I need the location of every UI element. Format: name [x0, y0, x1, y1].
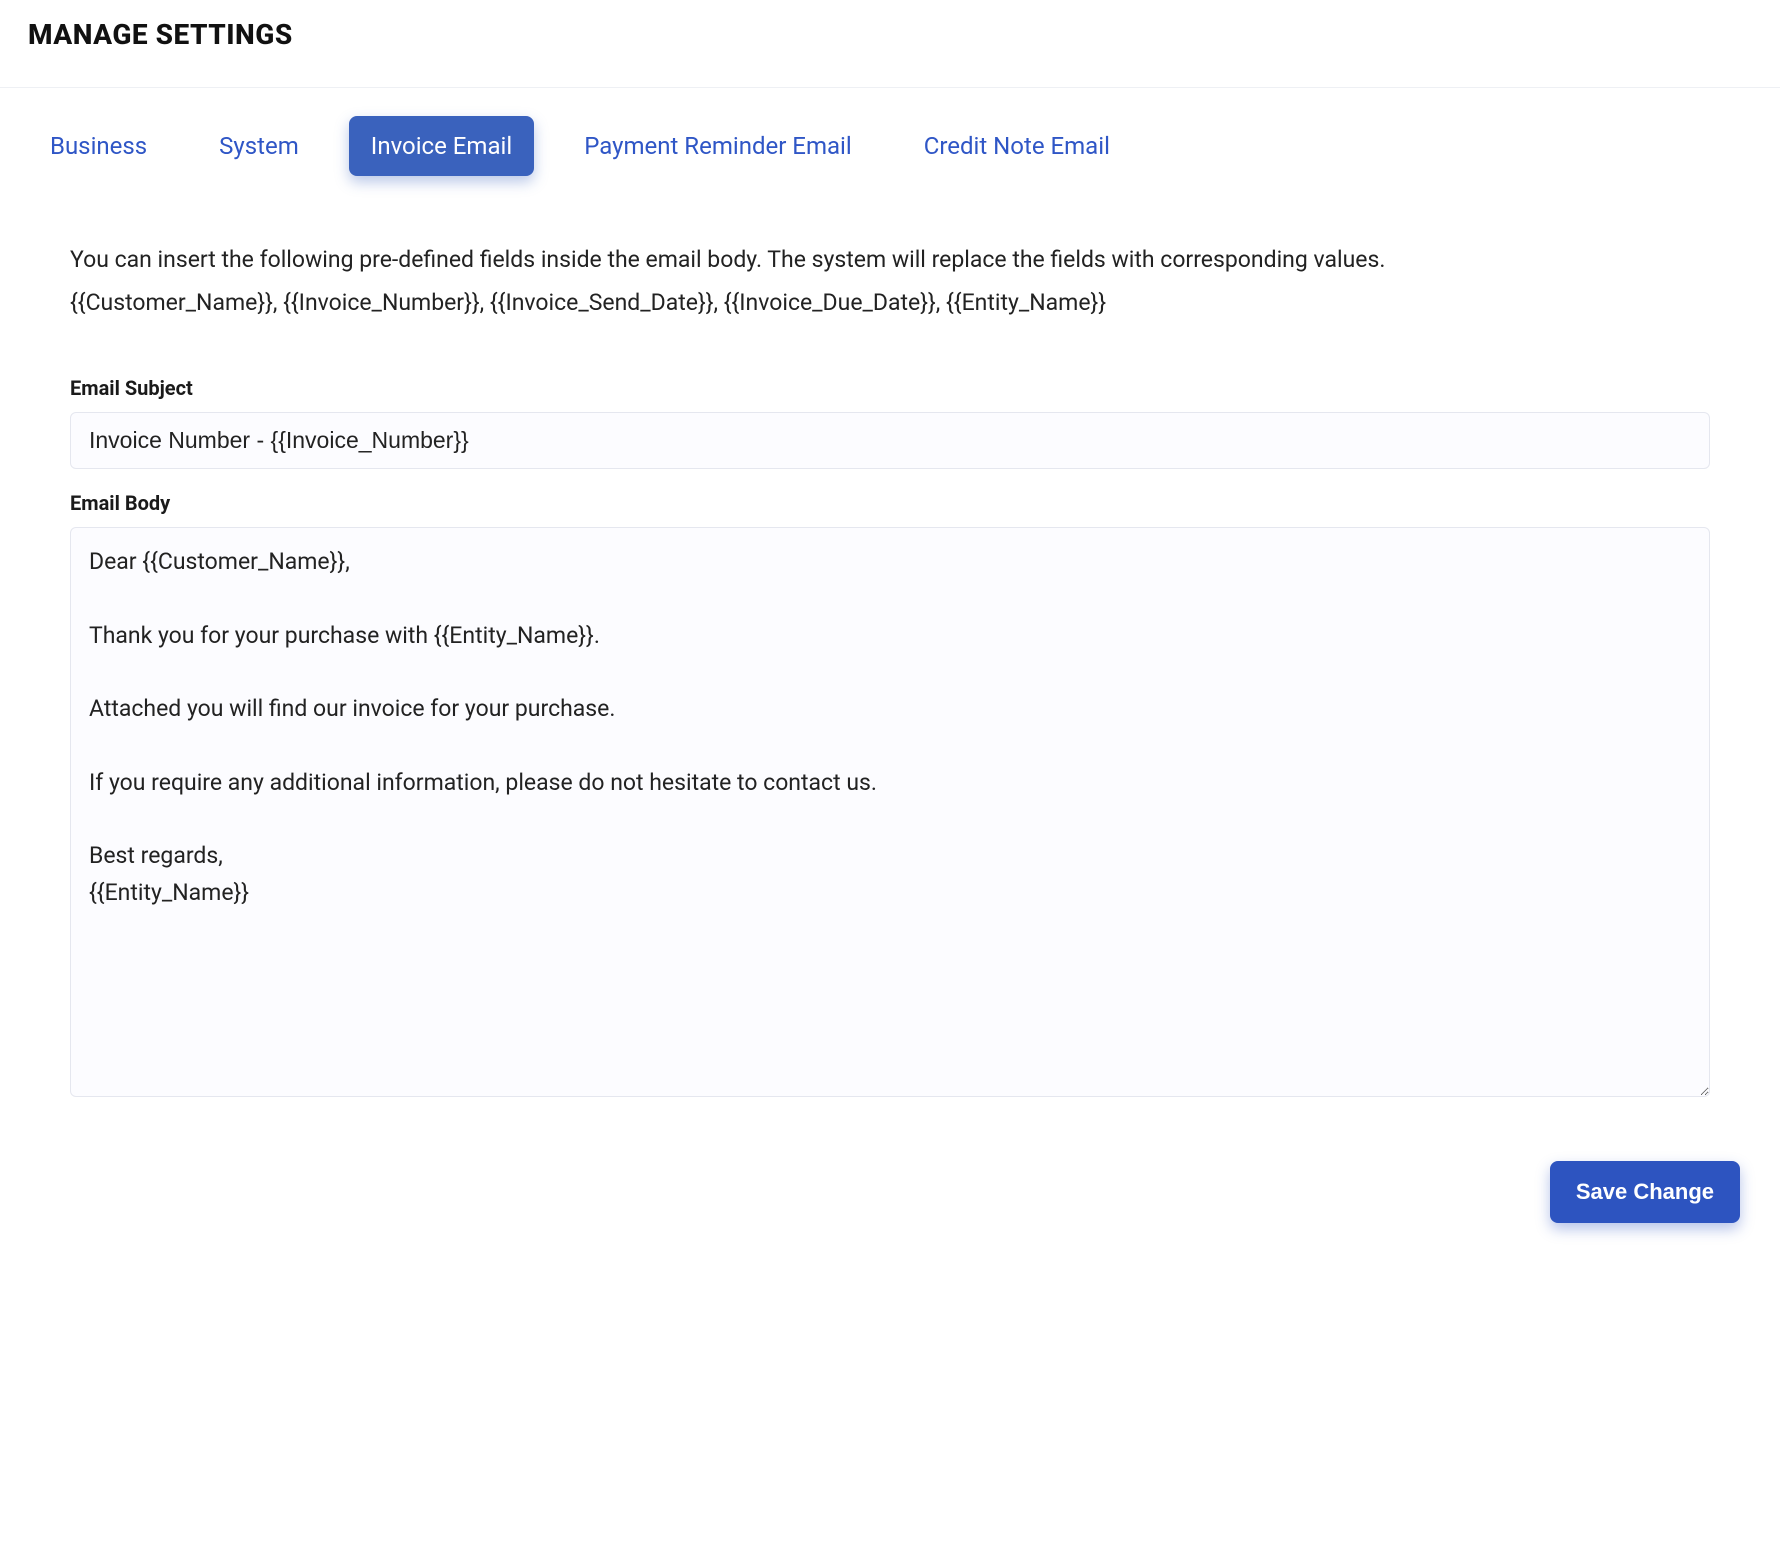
tabs-nav: Business System Invoice Email Payment Re…: [0, 88, 1780, 186]
email-subject-input[interactable]: [70, 412, 1710, 469]
actions-row: Save Change: [0, 1131, 1780, 1263]
email-body-textarea[interactable]: [70, 527, 1710, 1097]
placeholders-text: {{Customer_Name}}, {{Invoice_Number}}, {…: [70, 289, 1710, 316]
tab-business[interactable]: Business: [28, 116, 169, 176]
email-subject-label: Email Subject: [70, 376, 1710, 400]
email-body-label: Email Body: [70, 491, 1710, 515]
intro-text: You can insert the following pre-defined…: [70, 246, 1710, 273]
save-button[interactable]: Save Change: [1550, 1161, 1740, 1223]
tab-system[interactable]: System: [197, 116, 321, 176]
tab-payment-reminder-email[interactable]: Payment Reminder Email: [562, 116, 874, 176]
page-title: MANAGE SETTINGS: [0, 0, 1780, 87]
tab-invoice-email[interactable]: Invoice Email: [349, 116, 534, 176]
tab-credit-note-email[interactable]: Credit Note Email: [902, 116, 1132, 176]
content-area: You can insert the following pre-defined…: [0, 186, 1780, 1131]
